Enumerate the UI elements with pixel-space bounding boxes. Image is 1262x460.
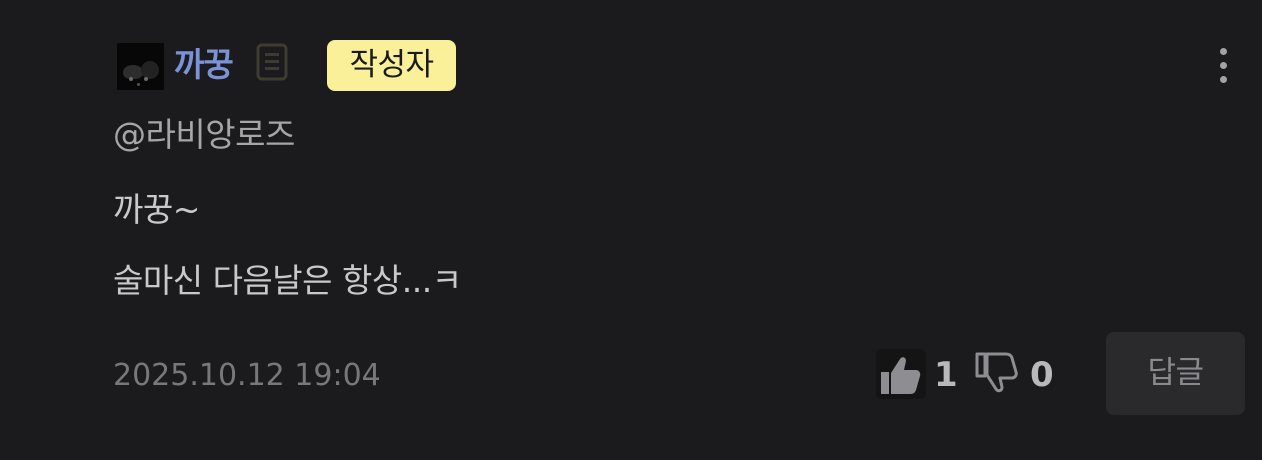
comment-item: 까꿍 작성자 @라비앙로즈 까꿍~ 술마신 다음날은 항상...ㅋ 2025.1… <box>0 0 1262 460</box>
thumbs-up-icon[interactable] <box>876 349 926 399</box>
like-count: 1 <box>934 355 958 395</box>
comment-body-line: 까꿍~ <box>113 190 200 229</box>
comment-body-line: 술마신 다음날은 항상...ㅋ <box>113 261 462 300</box>
dislike-count: 0 <box>1030 355 1054 395</box>
author-name[interactable]: 까꿍 <box>174 44 234 86</box>
more-vertical-icon <box>1220 48 1227 55</box>
author-badge: 작성자 <box>327 40 456 91</box>
reply-button[interactable]: 답글 <box>1106 332 1245 415</box>
memo-icon[interactable] <box>255 43 289 81</box>
timestamp: 2025.10.12 19:04 <box>113 358 381 393</box>
mention-text[interactable]: @라비앙로즈 <box>113 113 295 157</box>
avatar[interactable] <box>117 43 164 90</box>
thumbs-down-icon[interactable] <box>972 349 1022 399</box>
more-options-button[interactable] <box>1208 45 1240 85</box>
